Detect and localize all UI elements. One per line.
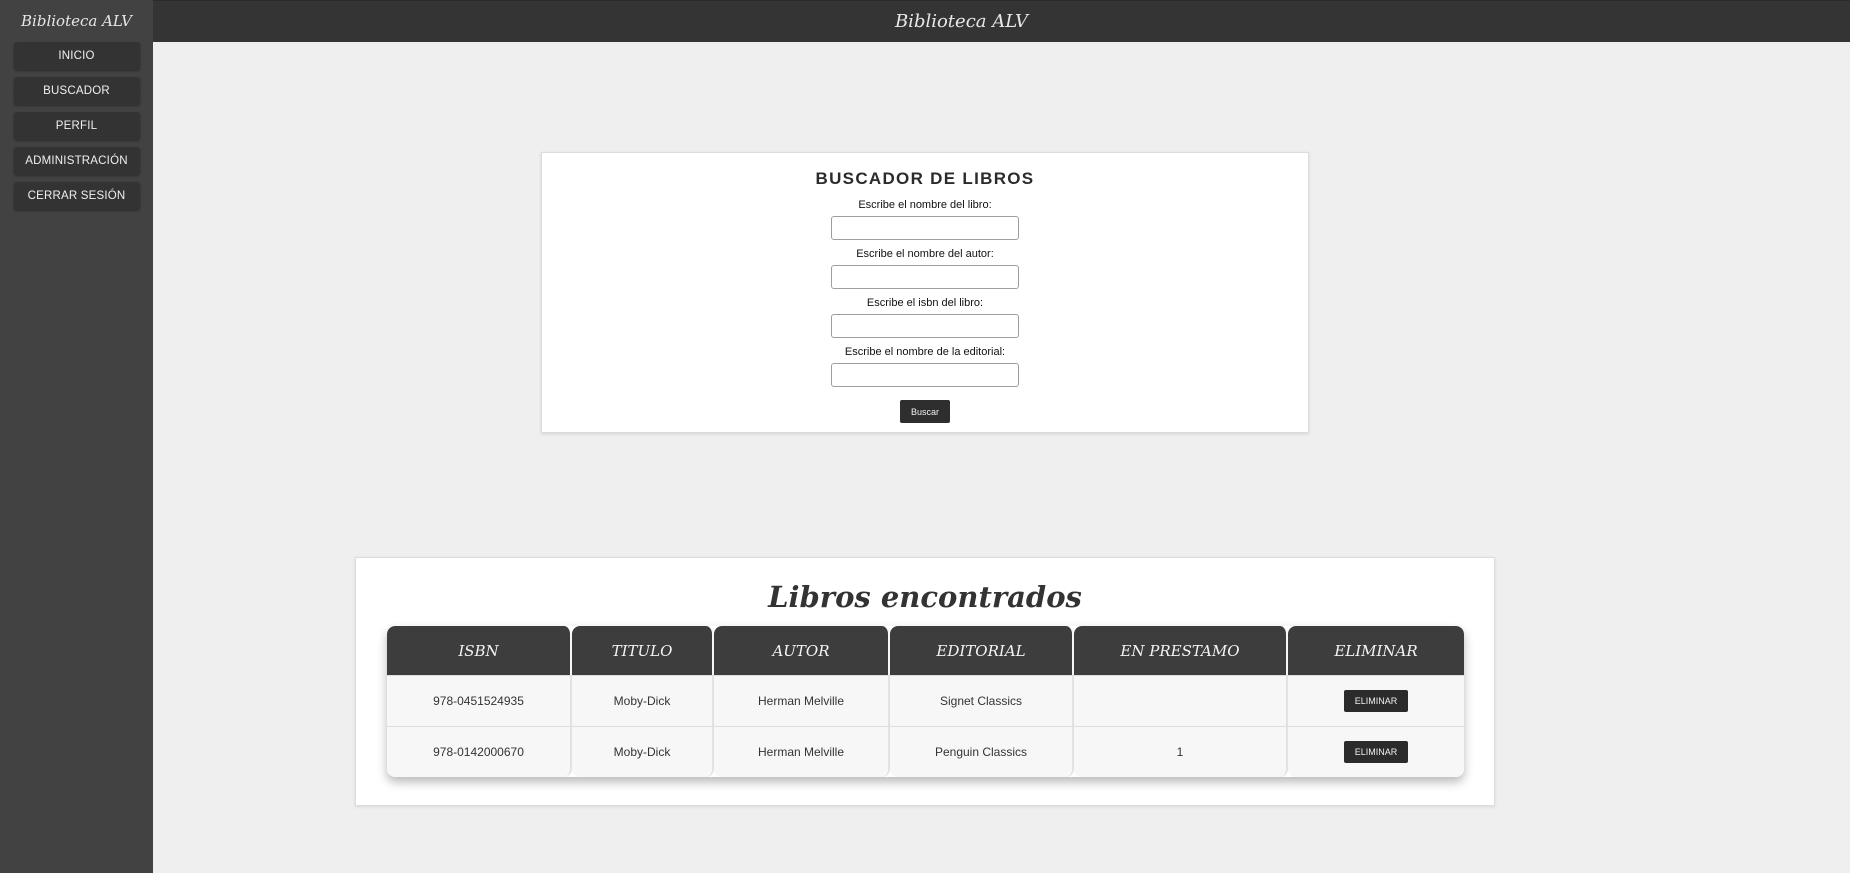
publisher-name-label: Escribe el nombre de la editorial:	[844, 346, 1006, 358]
sidebar-brand: Biblioteca ALV	[21, 12, 132, 30]
cell-autor: Herman Melville	[714, 675, 890, 726]
cell-en-prestamo: 1	[1074, 726, 1288, 777]
column-header-autor: AUTOR	[714, 626, 890, 675]
delete-button[interactable]: ELIMINAR	[1344, 741, 1408, 763]
table-header-row: ISBN TITULO AUTOR EDITORIAL EN PRESTAMO …	[387, 626, 1464, 675]
publisher-name-input[interactable]	[831, 363, 1019, 387]
sidebar: Biblioteca ALV INICIO BUSCADOR PERFIL AD…	[0, 0, 153, 873]
results-table: ISBN TITULO AUTOR EDITORIAL EN PRESTAMO …	[387, 626, 1464, 777]
column-header-editorial: EDITORIAL	[890, 626, 1074, 675]
sidebar-item-cerrar-sesion[interactable]: CERRAR SESIÓN	[13, 182, 140, 210]
cell-eliminar: ELIMINAR	[1288, 726, 1464, 777]
topbar: Biblioteca ALV	[153, 0, 1850, 42]
sidebar-item-administracion[interactable]: ADMINISTRACIÓN	[13, 147, 140, 175]
app: Biblioteca ALV INICIO BUSCADOR PERFIL AD…	[0, 0, 1850, 873]
cell-en-prestamo	[1074, 675, 1288, 726]
isbn-label: Escribe el isbn del libro:	[866, 297, 984, 309]
author-name-input[interactable]	[831, 265, 1019, 289]
book-name-label: Escribe el nombre del libro:	[858, 199, 992, 211]
cell-eliminar: ELIMINAR	[1288, 675, 1464, 726]
column-header-eliminar: ELIMINAR	[1288, 626, 1464, 675]
results-card: Libros encontrados ISBN TITULO AUTOR EDI…	[355, 557, 1495, 806]
cell-isbn: 978-0142000670	[387, 726, 572, 777]
search-button[interactable]: Buscar	[900, 400, 950, 423]
sidebar-item-buscador[interactable]: BUSCADOR	[13, 77, 140, 105]
results-title: Libros encontrados	[768, 580, 1082, 614]
search-title: BUSCADOR DE LIBROS	[815, 169, 1035, 188]
sidebar-item-perfil[interactable]: PERFIL	[13, 112, 140, 140]
cell-titulo: Moby-Dick	[572, 675, 714, 726]
delete-button[interactable]: ELIMINAR	[1344, 690, 1408, 712]
cell-editorial: Penguin Classics	[890, 726, 1074, 777]
sidebar-nav: INICIO BUSCADOR PERFIL ADMINISTRACIÓN CE…	[0, 42, 153, 217]
column-header-en-prestamo: EN PRESTAMO	[1074, 626, 1288, 675]
cell-isbn: 978-0451524935	[387, 675, 572, 726]
cell-editorial: Signet Classics	[890, 675, 1074, 726]
search-card: BUSCADOR DE LIBROS Escribe el nombre del…	[541, 152, 1309, 433]
page-title: Biblioteca ALV	[894, 11, 1029, 32]
author-name-label: Escribe el nombre del autor:	[856, 248, 994, 260]
isbn-input[interactable]	[831, 314, 1019, 338]
column-header-isbn: ISBN	[387, 626, 572, 675]
cell-autor: Herman Melville	[714, 726, 890, 777]
table-row: 978-0451524935 Moby-Dick Herman Melville…	[387, 675, 1464, 726]
sidebar-item-inicio[interactable]: INICIO	[13, 42, 140, 70]
column-header-titulo: TITULO	[572, 626, 714, 675]
cell-titulo: Moby-Dick	[572, 726, 714, 777]
results-table-wrapper: ISBN TITULO AUTOR EDITORIAL EN PRESTAMO …	[387, 626, 1464, 777]
book-name-input[interactable]	[831, 216, 1019, 240]
table-row: 978-0142000670 Moby-Dick Herman Melville…	[387, 726, 1464, 777]
